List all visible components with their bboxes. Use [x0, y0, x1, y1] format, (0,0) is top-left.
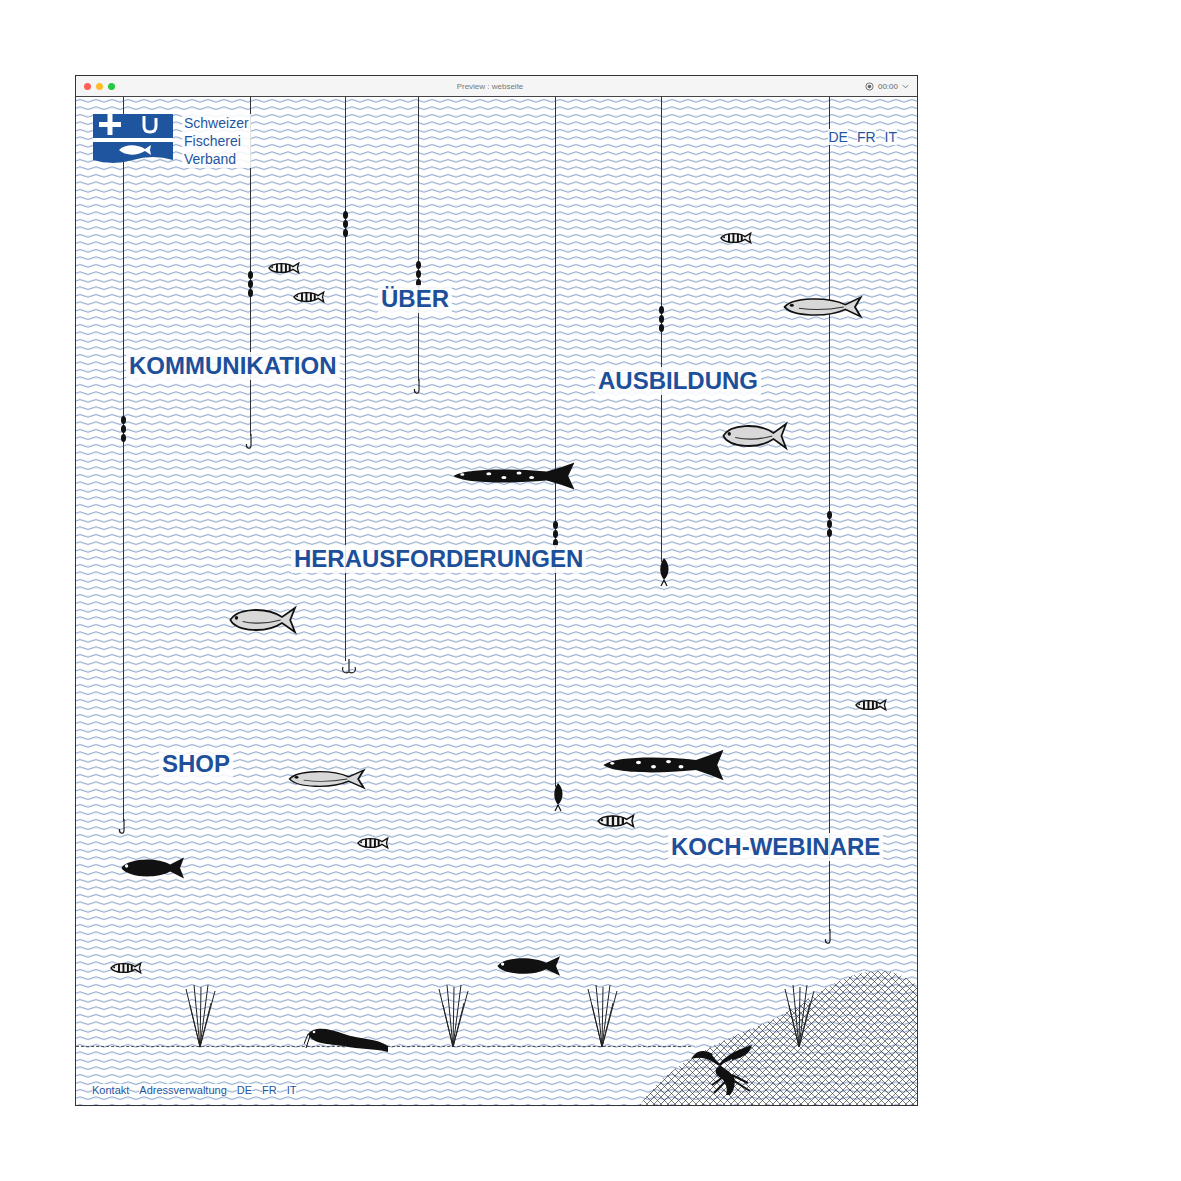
logo[interactable]: SchweizerFischereiVerband	[93, 114, 251, 168]
fish-icon	[288, 768, 366, 790]
fish-icon	[783, 295, 863, 319]
window-controls	[84, 83, 115, 90]
nav-link[interactable]: AUSBILDUNG	[595, 367, 761, 395]
language-link[interactable]: DE	[828, 129, 847, 145]
nav-link[interactable]: ÜBER	[378, 285, 452, 313]
site-footer: Kontakt Adressverwaltung DE FR IT	[76, 1084, 917, 1105]
sinker-weights	[827, 511, 832, 537]
minimize-button[interactable]	[96, 83, 103, 90]
lure-icon	[550, 783, 566, 813]
perch-icon	[110, 961, 142, 975]
treble-hook-icon	[340, 659, 358, 675]
footer-language-link[interactable]: IT	[287, 1084, 297, 1096]
site-header: SchweizerFischereiVerband DE FR IT	[76, 97, 917, 168]
chevron-icon	[902, 84, 909, 89]
fishing-line	[345, 97, 346, 679]
logo-text: SchweizerFischereiVerband	[182, 114, 251, 168]
fish-icon	[120, 854, 186, 882]
site-layout: SchweizerFischereiVerband DE FR IT Kontakt Ad…	[76, 97, 917, 1105]
pike-icon	[601, 748, 726, 782]
crayfish-icon	[690, 1045, 762, 1097]
perch-icon	[720, 231, 752, 245]
language-switcher: DE FR IT	[828, 114, 897, 145]
zoom-button[interactable]	[108, 83, 115, 90]
fish-icon	[496, 953, 562, 979]
nav-link[interactable]: HERAUSFORDERUNGEN	[291, 545, 586, 573]
nav-link[interactable]: KOMMUNIKATION	[126, 352, 340, 380]
page: Preview : webseite 00:00 ÜBER KOMMUNIKATION…	[0, 0, 1181, 1181]
nav-link[interactable]: SHOP	[159, 750, 233, 778]
nav-link[interactable]: KOCH-WEBINARE	[668, 833, 883, 861]
title-bar: Preview : webseite 00:00	[76, 76, 917, 97]
fishing-line	[829, 97, 830, 949]
fish-icon	[722, 421, 788, 451]
footer-link[interactable]: Kontakt	[92, 1084, 129, 1096]
fishing-line	[123, 97, 124, 839]
sinker-weights	[659, 306, 664, 332]
sinker-weights	[343, 211, 348, 237]
timer[interactable]: 00:00	[865, 82, 909, 91]
footer-language-link[interactable]: FR	[262, 1084, 277, 1096]
window-title: Preview : webseite	[115, 82, 865, 91]
hook-icon	[824, 929, 836, 945]
sinker-weights	[416, 261, 421, 287]
fishing-line	[418, 97, 419, 399]
close-button[interactable]	[84, 83, 91, 90]
perch-icon	[293, 290, 325, 304]
hook-icon	[245, 434, 257, 450]
hook-icon	[413, 379, 425, 395]
hook-icon	[118, 819, 130, 835]
catfish-icon	[304, 1024, 390, 1054]
footer-link[interactable]: Adressverwaltung	[139, 1084, 226, 1096]
perch-icon	[855, 698, 887, 712]
net-icon	[640, 971, 917, 1105]
sinker-weights	[121, 416, 126, 442]
footer-language-link[interactable]: DE	[237, 1084, 252, 1096]
fishing-line	[555, 97, 556, 805]
language-link[interactable]: FR	[857, 129, 876, 145]
water-plant-icon	[584, 985, 620, 1047]
timer-value: 00:00	[878, 82, 898, 91]
record-icon	[865, 82, 874, 91]
perch-icon	[268, 261, 300, 275]
water-plant-icon	[435, 985, 471, 1047]
preview-window: Preview : webseite 00:00 ÜBER KOMMUNIKATION…	[75, 75, 918, 1106]
federation-logo-icon	[93, 114, 173, 165]
lure-icon	[656, 558, 672, 588]
perch-icon	[357, 836, 389, 850]
sinker-weights	[553, 521, 558, 547]
sinker-weights	[248, 271, 253, 297]
water-background	[76, 97, 917, 1105]
fishing-line	[661, 97, 662, 580]
perch-icon	[597, 813, 635, 829]
fish-icon	[229, 605, 297, 635]
website: ÜBER KOMMUNIKATION AUSBILDUNG HERAUSFORDERU…	[76, 97, 917, 1105]
pike-icon	[451, 461, 577, 491]
language-link[interactable]: IT	[885, 129, 897, 145]
water-plant-icon	[182, 985, 218, 1047]
